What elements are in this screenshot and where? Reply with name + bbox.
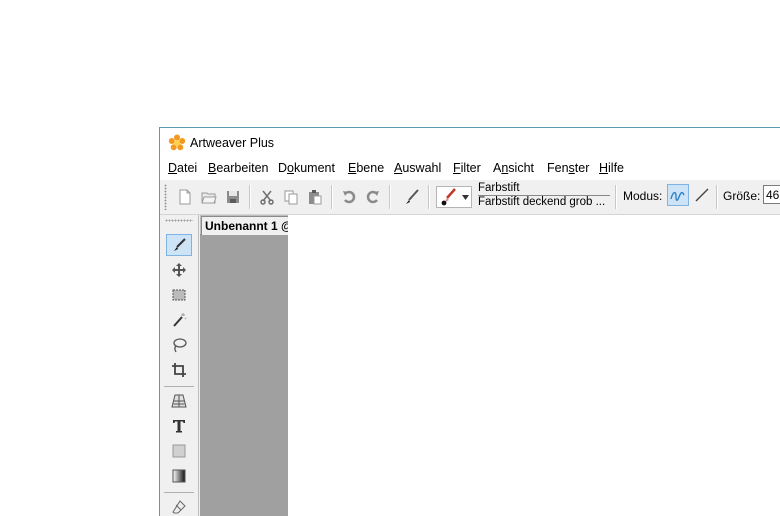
- copy-icon: [284, 190, 298, 205]
- save-button[interactable]: [222, 186, 244, 208]
- save-icon: [227, 191, 239, 203]
- brush-name[interactable]: Farbstift: [478, 182, 520, 194]
- magic-wand-tool[interactable]: [166, 309, 192, 331]
- menu-bar: Datei Bearbeiten Dokument Ebene Auswahl Filte…: [160, 158, 780, 180]
- brush-preset-dropdown[interactable]: [436, 186, 472, 208]
- mode-label: Modus:: [623, 189, 663, 203]
- open-button[interactable]: [198, 186, 220, 208]
- cut-button[interactable]: [256, 186, 278, 208]
- artweaver-logo-icon: [168, 134, 186, 151]
- cut-icon: [260, 190, 274, 205]
- menu-item-5[interactable]: Filter: [453, 161, 481, 175]
- brush-button[interactable]: [401, 186, 423, 208]
- chevron-down-icon: [462, 194, 469, 200]
- crop-icon: [172, 363, 186, 377]
- toolbox-grip[interactable]: [165, 219, 193, 222]
- redo-button[interactable]: [362, 186, 384, 208]
- menu-item-4[interactable]: Auswahl: [394, 161, 441, 175]
- eraser-tool-icon: [172, 500, 186, 514]
- mode-line-button[interactable]: [691, 184, 713, 206]
- title-bar: Artweaver Plus: [160, 128, 780, 158]
- menu-item-8[interactable]: Hilfe: [599, 161, 624, 175]
- menu-item-7[interactable]: Fenster: [547, 161, 589, 175]
- paste-icon: [309, 190, 322, 205]
- brush-description[interactable]: Farbstift deckend grob ...: [478, 196, 605, 208]
- crop-tool[interactable]: [166, 359, 192, 381]
- new-button[interactable]: [174, 186, 196, 208]
- text-tool-icon: [173, 420, 185, 433]
- magic-wand-icon: [173, 313, 187, 327]
- mode-freehand-button[interactable]: [667, 184, 689, 206]
- rect-select-tool[interactable]: [166, 284, 192, 306]
- straight-line-icon: [695, 188, 709, 202]
- undo-button[interactable]: [338, 186, 360, 208]
- move-tool-icon: [172, 263, 186, 277]
- paste-button[interactable]: [304, 186, 326, 208]
- open-icon: [201, 192, 217, 204]
- window-title: Artweaver Plus: [190, 136, 275, 150]
- toolbar-grip[interactable]: [164, 184, 167, 210]
- toolbox-panel: [160, 215, 199, 516]
- menu-item-2[interactable]: Dokument: [278, 161, 335, 175]
- brush-icon: [406, 189, 419, 204]
- app-window: Artweaver Plus Datei Bearbeiten Dokument Eb…: [159, 127, 780, 516]
- fill-tool-icon: [172, 444, 186, 458]
- menu-item-6[interactable]: Ansicht: [493, 161, 534, 175]
- gradient-tool-icon: [172, 469, 186, 483]
- menu-item-0[interactable]: Datei: [168, 161, 197, 175]
- rect-select-icon: [172, 289, 186, 301]
- move-tool[interactable]: [166, 259, 192, 281]
- fill-tool[interactable]: [166, 440, 192, 462]
- perspective-icon: [171, 394, 187, 408]
- size-input[interactable]: [763, 185, 780, 204]
- menu-item-3[interactable]: Ebene: [348, 161, 384, 175]
- brush-preset-icon: [441, 188, 456, 206]
- brush-tool-icon: [174, 238, 186, 251]
- drawing-canvas[interactable]: [288, 215, 780, 516]
- redo-icon: [366, 190, 379, 204]
- brush-tool[interactable]: [166, 234, 192, 256]
- copy-button[interactable]: [280, 186, 302, 208]
- undo-icon: [343, 190, 356, 204]
- size-label: Größe:: [723, 189, 761, 203]
- freehand-stroke-icon: [670, 191, 685, 201]
- lasso-icon: [173, 338, 187, 353]
- new-icon: [179, 189, 191, 205]
- gradient-tool[interactable]: [166, 465, 192, 487]
- perspective-tool[interactable]: [166, 390, 192, 412]
- menu-item-1[interactable]: Bearbeiten: [208, 161, 268, 175]
- text-tool[interactable]: [166, 415, 192, 437]
- eraser-tool[interactable]: [166, 496, 192, 516]
- lasso-tool[interactable]: [166, 334, 192, 356]
